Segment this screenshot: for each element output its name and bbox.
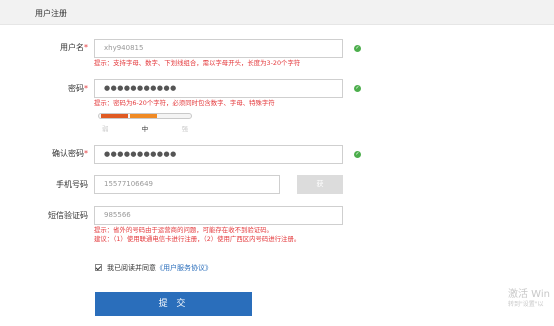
submit-button[interactable]: 提 交 bbox=[95, 292, 252, 316]
sms-code-input[interactable]: 985566 bbox=[94, 206, 343, 225]
confirm-password-input[interactable]: ●●●●●●●●●●● bbox=[94, 145, 343, 164]
get-code-button[interactable]: 获 bbox=[297, 175, 343, 194]
username-label: 用户名* bbox=[60, 43, 88, 52]
password-hint: 提示：密码为6-20个字符，必须同时包含数字、字母、特殊字符 bbox=[94, 99, 275, 107]
watermark-line2: 转到"设置"以 bbox=[508, 301, 544, 308]
strength-segment-medium bbox=[130, 114, 157, 118]
watermark-line1: 激活 Win bbox=[508, 289, 550, 300]
required-mark: * bbox=[84, 43, 88, 52]
service-agreement-link[interactable]: 《用户服务协议》 bbox=[156, 264, 212, 272]
required-mark: * bbox=[84, 149, 88, 158]
phone-input[interactable]: 15577106649 bbox=[94, 175, 280, 194]
page-header: 用户注册 bbox=[0, 0, 554, 25]
sms-code-hint-2: 建议：（1）使用联通电信卡进行注册，（2）使用广西区内号码进行注册。 bbox=[94, 235, 301, 243]
strength-label-strong: 强 bbox=[181, 125, 188, 133]
password-input[interactable]: ●●●●●●●●●●● bbox=[94, 79, 343, 98]
strength-label-weak: 弱 bbox=[102, 125, 109, 133]
password-strength-meter bbox=[98, 113, 192, 119]
confirm-password-label: 确认密码* bbox=[52, 149, 88, 158]
check-circle-icon: ✓ bbox=[354, 151, 361, 158]
required-mark: * bbox=[84, 84, 88, 93]
password-label: 密码* bbox=[68, 84, 88, 93]
phone-label: 手机号码 bbox=[56, 180, 88, 189]
check-circle-icon: ✓ bbox=[354, 45, 361, 52]
agreement-row: 我已阅读并同意《用户服务协议》 bbox=[95, 264, 212, 273]
activation-watermark: 激活 Win 转到"设置"以 bbox=[508, 289, 550, 309]
username-input[interactable]: xhy940815 bbox=[94, 39, 343, 58]
strength-labels: 弱 中 强 bbox=[102, 124, 188, 133]
strength-segment-weak bbox=[101, 114, 128, 118]
sms-code-hint-1: 提示：省外的号码由于运营商的问题，可能存在收不到验证码。 bbox=[94, 226, 273, 234]
strength-label-medium: 中 bbox=[141, 125, 149, 133]
agree-checkbox[interactable] bbox=[95, 264, 102, 271]
check-circle-icon: ✓ bbox=[354, 85, 361, 92]
username-hint: 提示：支持字母、数字、下划线组合，需以字母开头，长度为3-20个字符 bbox=[94, 59, 301, 67]
sms-code-label: 短信验证码 bbox=[48, 211, 88, 220]
registration-page: 用户注册 用户名* xhy940815 ✓ 提示：支持字母、数字、下划线组合，需… bbox=[0, 0, 554, 326]
agree-text: 我已阅读并同意 bbox=[107, 264, 156, 272]
page-title: 用户注册 bbox=[35, 9, 67, 18]
